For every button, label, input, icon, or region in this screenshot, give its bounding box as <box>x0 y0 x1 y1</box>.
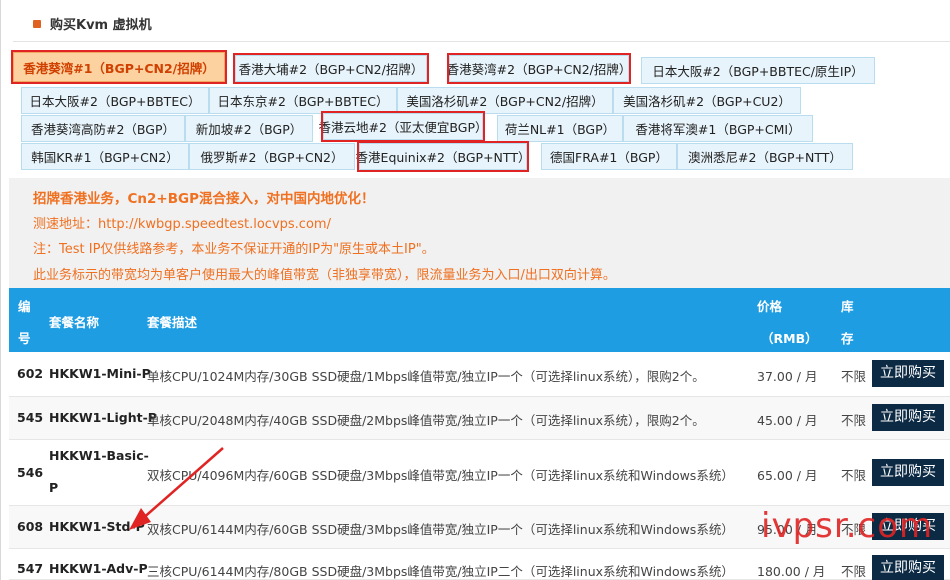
section-header: 购买Kvm 虚拟机 <box>13 6 950 42</box>
notice-box: 招牌香港业务，Cn2+BGP混合接入，对中国内地优化！ 测速地址：http://… <box>9 178 950 288</box>
header-price-unit: （RMB） <box>761 331 818 346</box>
header-id-2: 号 <box>18 331 31 346</box>
table-row: 547 HKKW1-Adv-P 三核CPU/6144M内存/80GB SSD硬盘… <box>9 549 950 580</box>
row-name: HKKW1-Std-P <box>49 519 145 534</box>
page: 购买Kvm 虚拟机 香港葵湾#1（BGP+CN2/招牌） 香港大埔#2（BGP+… <box>0 0 950 580</box>
row-desc: 单核CPU/2048M内存/40GB SSD硬盘/2Mbps峰值带宽/独立IP一… <box>147 413 705 428</box>
row-id: 546 <box>17 465 44 480</box>
tab-hk-kwaiwan-ddos[interactable]: 香港葵湾高防#2（BGP） <box>21 115 185 142</box>
row-id: 602 <box>17 366 44 381</box>
row-name: HKKW1-Light-P <box>49 410 157 425</box>
tab-hk-yundi[interactable]: 香港云地#2（亚太便宜BGP） <box>319 111 488 142</box>
row-stock: 不限 <box>841 413 867 428</box>
row-stock: 不限 <box>841 564 867 579</box>
row-desc: 双核CPU/6144M内存/60GB SSD硬盘/3Mbps峰值带宽/独立IP一… <box>147 522 734 537</box>
table-row: 545 HKKW1-Light-P 单核CPU/2048M内存/40GB SSD… <box>9 397 950 440</box>
notice-bandwidth-note: 此业务标示的带宽均为单客户使用最大的峰值带宽（非独享带宽），限流量业务为入口/出… <box>33 268 616 283</box>
tab-hk-kwaiwan-2[interactable]: 香港葵湾#2（BGP+CN2/招牌） <box>447 53 631 84</box>
row-price: 180.00 / 月 <box>757 564 826 579</box>
row-name-cont: P <box>49 480 59 495</box>
tab-us-la-cn2[interactable]: 美国洛杉矶#2（BGP+CN2/招牌） <box>397 87 613 114</box>
buy-button[interactable]: 立即购买 <box>872 459 944 486</box>
region-tabs: 香港葵湾#1（BGP+CN2/招牌） 香港大埔#2（BGP+CN2/招牌） 香港… <box>11 50 950 177</box>
tab-de-fra[interactable]: 德国FRA#1（BGP） <box>541 143 677 170</box>
buy-button[interactable]: 立即购买 <box>872 555 944 580</box>
row-id: 547 <box>17 561 44 576</box>
tab-nl[interactable]: 荷兰NL#1（BGP） <box>497 115 623 142</box>
row-price: 65.00 / 月 <box>757 468 818 483</box>
tab-us-la-cu2[interactable]: 美国洛杉矶#2（BGP+CU2） <box>613 87 801 114</box>
header-stock-2: 存 <box>841 331 854 346</box>
row-stock: 不限 <box>841 522 867 537</box>
tab-kr[interactable]: 韩国KR#1（BGP+CN2） <box>21 143 189 170</box>
plans-table: 编 号 套餐名称 套餐描述 价格 （RMB） 库 存 602 HKKW1-Min… <box>9 288 950 580</box>
row-price: 95.00 / 月 <box>757 522 818 537</box>
table-row: 602 HKKW1-Mini-P 单核CPU/1024M内存/30GB SSD硬… <box>9 352 950 397</box>
row-name: HKKW1-Adv-P <box>49 561 148 576</box>
row-stock: 不限 <box>841 369 867 384</box>
tab-singapore[interactable]: 新加坡#2（BGP） <box>185 115 313 142</box>
row-stock: 不限 <box>841 468 867 483</box>
tab-hk-tko[interactable]: 香港将军澳#1（BGP+CMI） <box>623 115 813 142</box>
buy-button[interactable]: 立即购买 <box>872 360 944 387</box>
row-desc: 双核CPU/4096M内存/60GB SSD硬盘/3Mbps峰值带宽/独立IP一… <box>147 468 734 483</box>
tab-jp-osaka-native[interactable]: 日本大阪#2（BGP+BBTEC/原生IP） <box>641 57 875 84</box>
notice-headline: 招牌香港业务，Cn2+BGP混合接入，对中国内地优化！ <box>33 191 375 207</box>
tab-hk-taipo-2[interactable]: 香港大埔#2（BGP+CN2/招牌） <box>233 53 429 84</box>
row-price: 37.00 / 月 <box>757 369 818 384</box>
header-id: 编 <box>18 299 31 314</box>
row-name: HKKW1-Basic- <box>49 448 149 463</box>
table-row: 546 HKKW1-Basic- P 双核CPU/4096M内存/60GB SS… <box>9 440 950 506</box>
row-desc: 三核CPU/6144M内存/80GB SSD硬盘/3Mbps峰值带宽/独立IP二… <box>147 564 734 579</box>
tab-au-sydney[interactable]: 澳洲悉尼#2（BGP+NTT） <box>677 143 853 170</box>
header-name: 套餐名称 <box>49 315 100 330</box>
tab-hk-equinix[interactable]: 香港Equinix#2（BGP+NTT） <box>356 141 530 172</box>
notice-ip-note: 注：Test IP仅供线路参考，本业务不保证开通的IP为"原生或本土IP"。 <box>33 242 435 257</box>
tab-jp-osaka-bbtec[interactable]: 日本大阪#2（BGP+BBTEC） <box>21 87 209 114</box>
buy-button[interactable]: 立即购买 <box>872 513 944 540</box>
buy-button[interactable]: 立即购买 <box>872 404 944 431</box>
notice-speedtest: 测速地址：http://kwbgp.speedtest.locvps.com/ <box>33 217 331 232</box>
tab-hk-kwaiwan-1[interactable]: 香港葵湾#1（BGP+CN2/招牌） <box>11 50 227 84</box>
section-title: 购买Kvm 虚拟机 <box>50 18 152 33</box>
row-name: HKKW1-Mini-P <box>49 366 151 381</box>
header-stock: 库 <box>841 299 854 314</box>
table-header: 编 号 套餐名称 套餐描述 价格 （RMB） 库 存 <box>9 288 950 352</box>
row-id: 545 <box>17 410 44 425</box>
header-desc: 套餐描述 <box>147 315 198 330</box>
table-row: 608 HKKW1-Std-P 双核CPU/6144M内存/60GB SSD硬盘… <box>9 506 950 549</box>
row-id: 608 <box>17 519 44 534</box>
header-price: 价格 <box>757 299 783 314</box>
row-price: 45.00 / 月 <box>757 413 818 428</box>
tab-ru[interactable]: 俄罗斯#2（BGP+CN2） <box>189 143 355 170</box>
tab-jp-tokyo[interactable]: 日本东京#2（BGP+BBTEC） <box>209 87 397 114</box>
square-bullet-icon <box>33 19 41 28</box>
row-desc: 单核CPU/1024M内存/30GB SSD硬盘/1Mbps峰值带宽/独立IP一… <box>147 369 705 384</box>
